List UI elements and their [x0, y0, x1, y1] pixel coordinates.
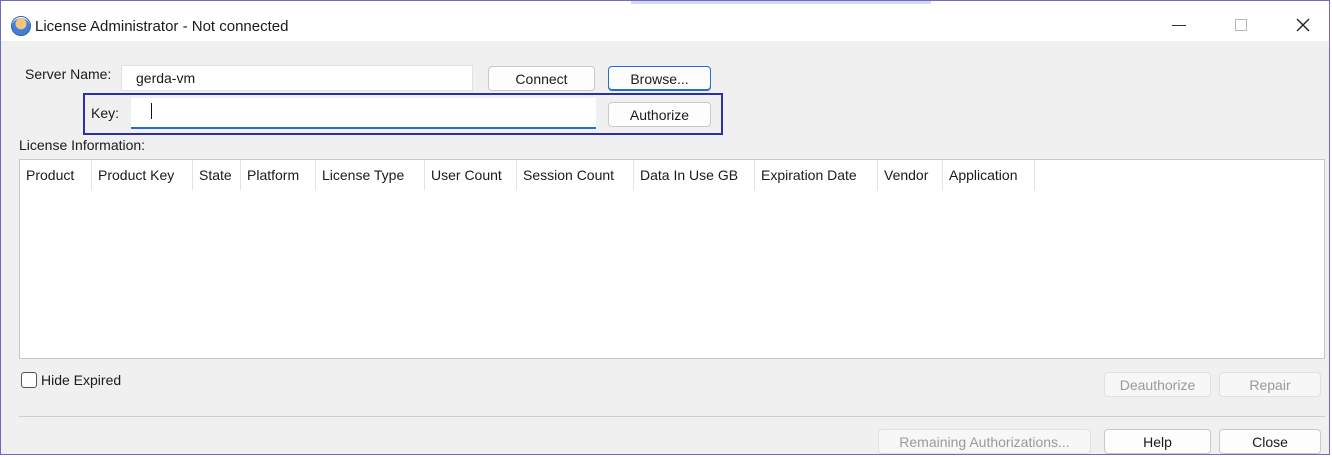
text-caret — [151, 103, 152, 119]
minimize-button[interactable] — [1157, 9, 1201, 41]
help-button[interactable]: Help — [1104, 429, 1211, 454]
license-list-header: Product Product Key State Platform Licen… — [20, 160, 1035, 190]
maximize-button[interactable] — [1219, 9, 1263, 41]
column-header-product-key[interactable]: Product Key — [92, 160, 193, 190]
window-title: License Administrator - Not connected — [35, 18, 289, 35]
license-information-label: License Information: — [19, 137, 146, 153]
column-header-data-in-use[interactable]: Data In Use GB — [634, 160, 755, 190]
license-list[interactable]: Product Product Key State Platform Licen… — [19, 159, 1325, 359]
server-name-input[interactable] — [121, 65, 473, 91]
minimize-icon — [1172, 24, 1186, 26]
column-header-license-type[interactable]: License Type — [316, 160, 425, 190]
connect-button[interactable]: Connect — [488, 66, 595, 91]
column-header-product[interactable]: Product — [20, 160, 92, 190]
close-button[interactable]: Close — [1219, 429, 1321, 454]
repair-button[interactable]: Repair — [1219, 372, 1321, 397]
hide-expired-label[interactable]: Hide Expired — [41, 372, 121, 388]
column-header-application[interactable]: Application — [943, 160, 1035, 190]
server-name-label: Server Name: — [25, 66, 112, 82]
close-window-button[interactable] — [1281, 9, 1325, 41]
title-accent — [631, 1, 931, 4]
column-header-user-count[interactable]: User Count — [425, 160, 517, 190]
deauthorize-button[interactable]: Deauthorize — [1104, 372, 1211, 397]
license-admin-app-icon — [11, 16, 31, 36]
remaining-authorizations-button[interactable]: Remaining Authorizations... — [878, 429, 1091, 454]
column-header-session-count[interactable]: Session Count — [517, 160, 634, 190]
title-bar[interactable]: License Administrator - Not connected — [1, 1, 1329, 41]
browse-button[interactable]: Browse... — [608, 66, 711, 91]
dialog-body: Server Name: Connect Browse... Key: Auth… — [1, 41, 1329, 454]
license-administrator-window: License Administrator - Not connected Se… — [0, 0, 1330, 455]
column-header-state[interactable]: State — [193, 160, 241, 190]
column-header-expiration-date[interactable]: Expiration Date — [755, 160, 878, 190]
maximize-icon — [1235, 19, 1247, 31]
close-icon — [1296, 18, 1310, 32]
column-header-vendor[interactable]: Vendor — [878, 160, 943, 190]
footer-separator — [19, 416, 1325, 417]
column-header-platform[interactable]: Platform — [241, 160, 316, 190]
key-input[interactable] — [131, 98, 596, 129]
key-label: Key: — [91, 105, 120, 121]
hide-expired-checkbox[interactable] — [21, 372, 37, 388]
authorize-button[interactable]: Authorize — [608, 102, 711, 127]
